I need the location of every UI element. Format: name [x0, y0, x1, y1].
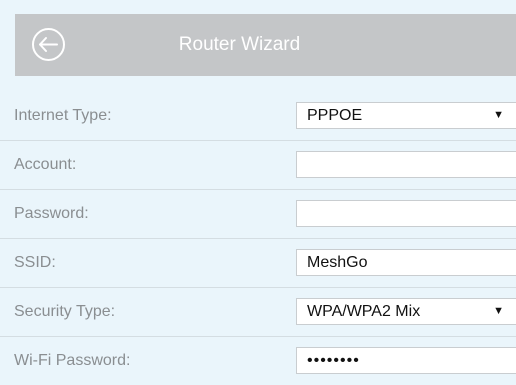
ssid-row: SSID:: [0, 239, 516, 288]
password-label: Password:: [14, 205, 89, 222]
internet-type-select[interactable]: PPPOE ▼: [296, 102, 516, 129]
internet-type-row: Internet Type: PPPOE ▼: [0, 92, 516, 141]
dropdown-arrow-icon: ▼: [493, 305, 504, 317]
dropdown-arrow-icon: ▼: [493, 109, 504, 121]
ssid-input[interactable]: [296, 249, 516, 276]
security-type-value: WPA/WPA2 Mix: [307, 303, 421, 320]
password-input[interactable]: [296, 200, 516, 227]
wifi-password-masked-value: ••••••••: [307, 352, 360, 369]
page-title: Router Wizard: [178, 34, 301, 55]
security-type-select[interactable]: WPA/WPA2 Mix ▼: [296, 298, 516, 325]
account-input[interactable]: [296, 151, 516, 178]
security-type-label: Security Type:: [14, 303, 116, 320]
internet-type-label: Internet Type:: [14, 107, 112, 124]
internet-type-value: PPPOE: [307, 107, 363, 124]
wifi-password-row: Wi-Fi Password: ••••••••: [0, 337, 516, 385]
wifi-password-label: Wi-Fi Password:: [14, 352, 131, 369]
header-bar: Router Wizard: [15, 14, 516, 76]
wifi-password-input[interactable]: ••••••••: [296, 347, 516, 374]
account-row: Account:: [0, 141, 516, 190]
ssid-label: SSID:: [14, 254, 56, 271]
router-wizard-form: Internet Type: PPPOE ▼ Account: Password…: [0, 92, 516, 385]
account-label: Account:: [14, 156, 77, 173]
password-row: Password:: [0, 190, 516, 239]
security-type-row: Security Type: WPA/WPA2 Mix ▼: [0, 288, 516, 337]
